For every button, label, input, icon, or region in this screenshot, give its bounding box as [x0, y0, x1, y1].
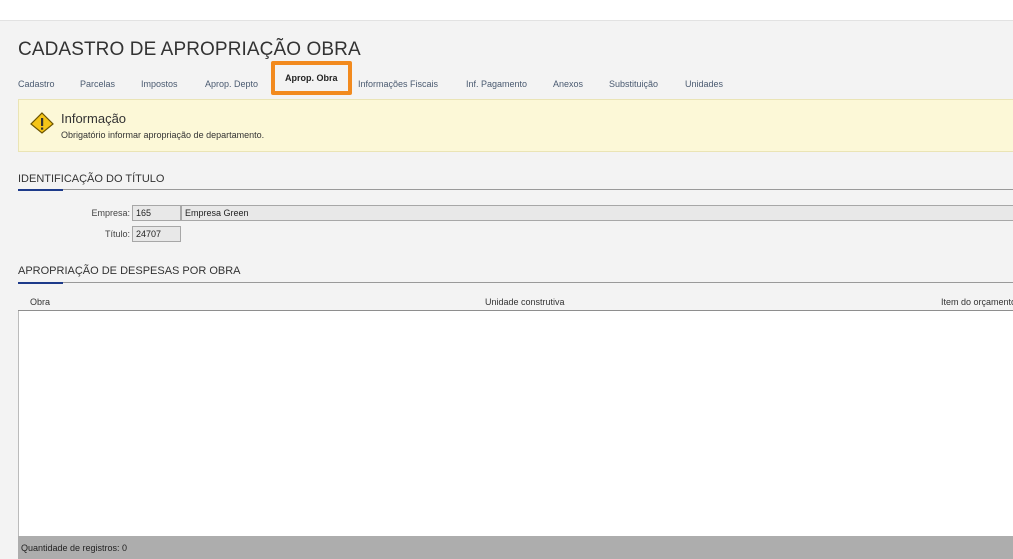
titulo-label: Título:	[104, 229, 130, 239]
tab-parcelas[interactable]: Parcelas	[80, 72, 115, 96]
grid-body[interactable]	[18, 311, 1013, 536]
column-header-item-orcamento[interactable]: Item do orçamento	[941, 297, 1013, 307]
grid-header: Obra Unidade construtiva Item do orçamen…	[18, 294, 1013, 312]
tab-cadastro[interactable]: Cadastro	[18, 72, 55, 96]
page-title: CADASTRO DE APROPRIAÇÃO OBRA	[18, 39, 361, 60]
tab-aprop-obra[interactable]: Aprop. Obra	[271, 61, 352, 95]
warning-icon	[29, 111, 55, 135]
top-bar	[0, 0, 1013, 21]
section-accent	[18, 189, 63, 191]
section-accent	[18, 282, 63, 284]
column-header-unidade-construtiva[interactable]: Unidade construtiva	[485, 297, 565, 307]
tab-impostos[interactable]: Impostos	[141, 72, 178, 96]
tab-substituicao[interactable]: Substituição	[609, 72, 658, 96]
tab-informacoes-fiscais[interactable]: Informações Fiscais	[358, 72, 438, 96]
empresa-code-field[interactable]: 165	[132, 205, 181, 221]
empresa-label: Empresa:	[91, 208, 130, 218]
column-header-obra[interactable]: Obra	[30, 297, 50, 307]
tab-aprop-depto[interactable]: Aprop. Depto	[205, 72, 258, 96]
tab-anexos[interactable]: Anexos	[553, 72, 583, 96]
section-divider	[18, 282, 1013, 283]
section-title-identificacao: IDENTIFICAÇÃO DO TÍTULO	[18, 173, 165, 185]
empresa-name-field[interactable]: Empresa Green	[181, 205, 1013, 221]
section-divider	[18, 189, 1013, 190]
record-count: Quantidade de registros: 0	[21, 543, 128, 553]
info-message: Obrigatório informar apropriação de depa…	[61, 130, 265, 140]
info-message-box: Informação Obrigatório informar apropria…	[18, 99, 1013, 152]
tab-bar: Cadastro Parcelas Impostos Aprop. Depto …	[0, 61, 1013, 96]
section-title-apropriacao: APROPRIAÇÃO DE DESPESAS POR OBRA	[18, 265, 241, 277]
grid-footer: Quantidade de registros: 0	[18, 536, 1013, 559]
tab-inf-pagamento[interactable]: Inf. Pagamento	[466, 72, 527, 96]
titulo-field[interactable]: 24707	[132, 226, 181, 242]
tab-unidades[interactable]: Unidades	[685, 72, 723, 96]
info-title: Informação	[61, 111, 127, 126]
